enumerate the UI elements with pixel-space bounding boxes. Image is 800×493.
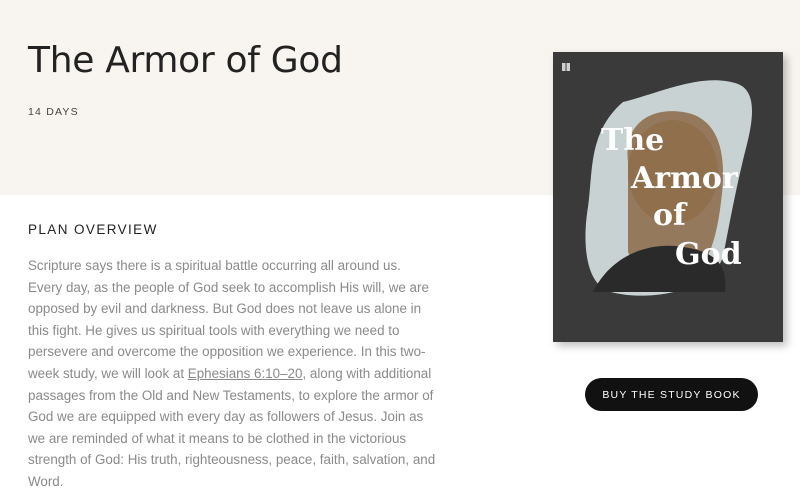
page-title: The Armor of God — [28, 40, 343, 81]
cover-title-line-3: of — [653, 198, 688, 233]
book-cover-image: The Armor of God — [553, 52, 783, 342]
plan-duration: 14 DAYS — [28, 106, 79, 118]
buy-study-book-button[interactable]: BUY THE STUDY BOOK — [585, 378, 758, 411]
book-logo-icon — [562, 63, 570, 71]
cover-title-line-4: God — [675, 237, 742, 272]
cover-brand — [561, 62, 571, 122]
cover-title-line-1: The — [601, 123, 664, 158]
book-cover-art: The Armor of God — [585, 80, 753, 296]
overview-text-start: Scripture says there is a spiritual batt… — [28, 258, 429, 381]
overview-text-end: , along with additional passages from th… — [28, 365, 436, 489]
scripture-link[interactable]: Ephesians 6:10–20 — [188, 366, 303, 381]
plan-overview-text: Scripture says there is a spiritual batt… — [28, 255, 438, 493]
section-heading: PLAN OVERVIEW — [28, 222, 158, 237]
cover-title-line-2: Armor — [630, 161, 739, 196]
